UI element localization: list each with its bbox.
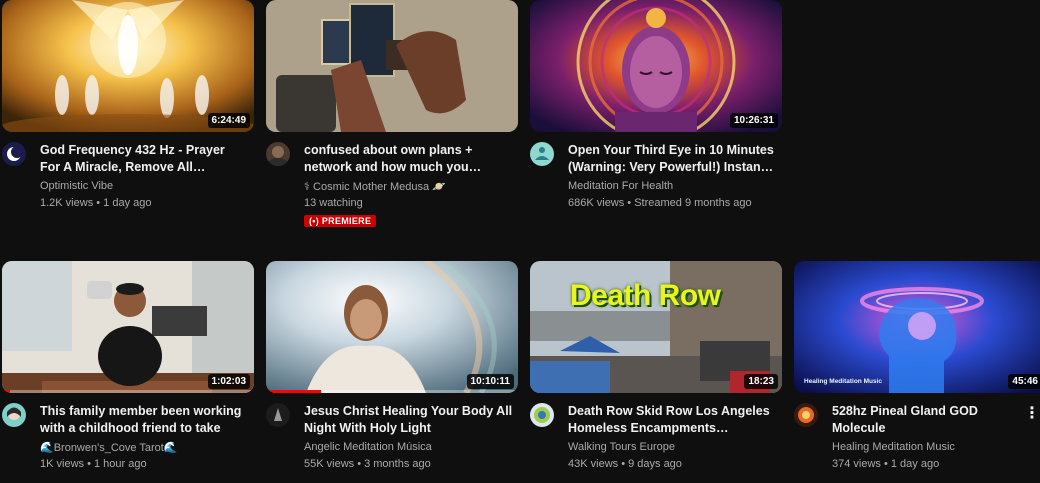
channel-avatar[interactable] (794, 403, 818, 427)
channel-name[interactable]: Healing Meditation Music (832, 441, 955, 453)
video-thumbnail[interactable] (266, 0, 518, 132)
video-stats: 1K views • 1 hour ago (40, 458, 147, 470)
video-stats: 686K views • Streamed 9 months ago (568, 197, 752, 209)
channel-avatar[interactable] (266, 142, 290, 166)
channel-avatar[interactable] (530, 142, 554, 166)
video-stats: 13 watching (304, 197, 363, 209)
video-title[interactable]: Open Your Third Eye in 10 Minutes (Warni… (568, 142, 778, 176)
channel-avatar[interactable] (2, 403, 26, 427)
video-card[interactable]: 10:10:11 Jesus Christ Healing Your Body … (266, 261, 518, 483)
video-card[interactable]: 10:26:31 Open Your Third Eye in 10 Minut… (530, 0, 782, 222)
watch-progress-track (2, 390, 254, 393)
channel-avatar[interactable] (2, 142, 26, 166)
thumbnail-overlay-text: Healing Meditation Music (804, 378, 883, 385)
premiere-badge: (•) PREMIERE (304, 215, 377, 227)
video-duration: 45:46 (1008, 374, 1040, 389)
video-title[interactable]: Jesus Christ Healing Your Body All Night… (304, 403, 514, 437)
video-stats: 374 views • 1 day ago (832, 458, 940, 470)
channel-avatar[interactable] (530, 403, 554, 427)
video-duration: 10:10:11 (466, 374, 514, 389)
channel-name[interactable]: Angelic Meditation Música (304, 441, 432, 453)
video-title[interactable]: God Frequency 432 Hz - Prayer For A Mira… (40, 142, 250, 176)
channel-name[interactable]: 🌊Bronwen's_Cove Tarot🌊 (40, 441, 178, 454)
video-thumbnail[interactable]: 1:02:03 (2, 261, 254, 393)
video-stats: 1.2K views • 1 day ago (40, 197, 152, 209)
video-title[interactable]: 528hz Pineal Gland GOD Molecule Activati… (832, 403, 1028, 437)
video-card[interactable]: 1:02:03 This family member been working … (2, 261, 254, 483)
video-stats: 43K views • 9 days ago (568, 458, 682, 470)
video-thumbnail[interactable]: 6:24:49 (2, 0, 254, 132)
video-title[interactable]: confused about own plans + network and h… (304, 142, 514, 176)
channel-name[interactable]: Walking Tours Europe (568, 441, 675, 453)
video-card[interactable]: 6:24:49 God Frequency 432 Hz - Prayer Fo… (2, 0, 254, 222)
video-duration: 10:26:31 (729, 113, 778, 128)
video-title[interactable]: This family member been working with a c… (40, 403, 250, 437)
channel-name[interactable]: ⚕ Cosmic Mother Medusa 🪐 (304, 180, 446, 193)
video-thumbnail[interactable]: Death Row 18:23 (530, 261, 782, 393)
video-duration: 1:02:03 (207, 374, 250, 389)
channel-avatar[interactable] (266, 403, 290, 427)
channel-name[interactable]: Meditation For Health (568, 180, 673, 192)
video-thumbnail[interactable]: Healing Meditation Music 45:46 (794, 261, 1040, 393)
channel-name[interactable]: Optimistic Vibe (40, 180, 113, 192)
video-stats: 55K views • 3 months ago (304, 458, 431, 470)
video-thumbnail[interactable]: 10:26:31 (530, 0, 782, 132)
video-title[interactable]: Death Row Skid Row Los Angeles Homeless … (568, 403, 778, 437)
more-vert-icon[interactable]: ⋮ (1024, 403, 1040, 423)
video-card[interactable]: Healing Meditation Music 45:46 528hz Pin… (794, 261, 1040, 483)
thumbnail-overlay-text: Death Row (570, 279, 721, 312)
video-card[interactable]: confused about own plans + network and h… (266, 0, 518, 227)
video-duration: 18:23 (744, 374, 778, 389)
watch-progress-bar (266, 390, 322, 393)
thumbnail-image (794, 261, 1040, 393)
thumbnail-image (266, 0, 518, 132)
video-duration: 6:24:49 (207, 113, 250, 128)
video-card[interactable]: Death Row 18:23 Death Row Skid Row Los A… (530, 261, 782, 483)
video-thumbnail[interactable]: 10:10:11 (266, 261, 518, 393)
watch-progress-bar (2, 390, 10, 393)
